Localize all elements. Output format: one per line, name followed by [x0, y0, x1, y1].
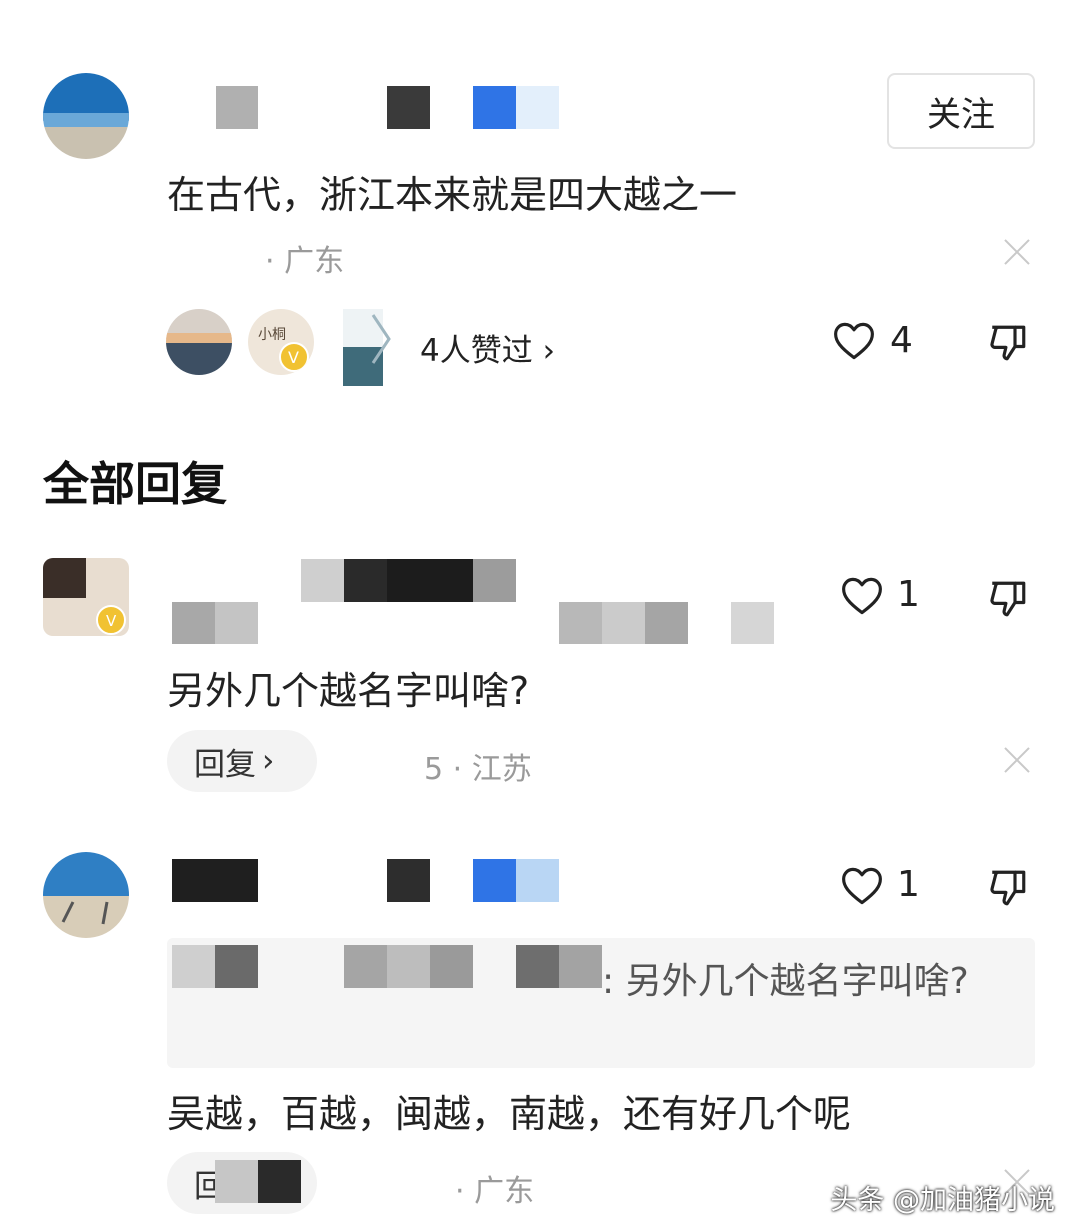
- svg-text:V: V: [288, 348, 299, 367]
- reply-text: 另外几个越名字叫啥?: [167, 669, 530, 713]
- chevron-right-icon: ›: [262, 743, 275, 779]
- liker-avatar[interactable]: [166, 309, 232, 375]
- watermark: 头条 @加油猪小说: [830, 1185, 1055, 1216]
- reply-button[interactable]: 回复 ›: [167, 730, 317, 792]
- like-count: 1: [897, 574, 920, 615]
- dismiss-icon[interactable]: [1003, 238, 1031, 266]
- svg-text:V: V: [106, 612, 117, 630]
- comment-text: 在古代，浙江本来就是四大越之一: [167, 173, 738, 217]
- like-count: 1: [897, 864, 920, 905]
- follow-button[interactable]: 关注: [887, 73, 1035, 149]
- dislike-icon[interactable]: [987, 322, 1029, 368]
- liker-avatar[interactable]: [343, 309, 391, 386]
- reply-text: 吴越，百越，闽越，南越，还有好几个呢: [167, 1092, 852, 1136]
- heart-icon[interactable]: [841, 866, 883, 910]
- section-title-all-replies: 全部回复: [43, 457, 227, 511]
- heart-icon[interactable]: [833, 321, 875, 365]
- quoted-text: : 另外几个越名字叫啥?: [602, 961, 969, 1002]
- dislike-icon[interactable]: [987, 578, 1029, 624]
- chevron-right-icon: ›: [542, 333, 555, 369]
- comment-location: · 广东: [265, 244, 345, 279]
- dismiss-icon[interactable]: [1003, 746, 1031, 774]
- svg-text:小桐: 小桐: [258, 327, 286, 343]
- dislike-icon[interactable]: [987, 867, 1029, 913]
- reply-avatar[interactable]: V: [43, 558, 129, 636]
- reply-meta: 5 · 江苏: [424, 752, 532, 787]
- reply-location: · 广东: [455, 1174, 535, 1209]
- like-count: 4: [890, 320, 913, 361]
- liker-avatar[interactable]: 小桐 V: [248, 309, 314, 375]
- reply-avatar[interactable]: [43, 852, 129, 938]
- author-avatar[interactable]: [43, 73, 129, 159]
- heart-icon[interactable]: [841, 576, 883, 620]
- likers-link[interactable]: 4人赞过 ›: [420, 325, 555, 370]
